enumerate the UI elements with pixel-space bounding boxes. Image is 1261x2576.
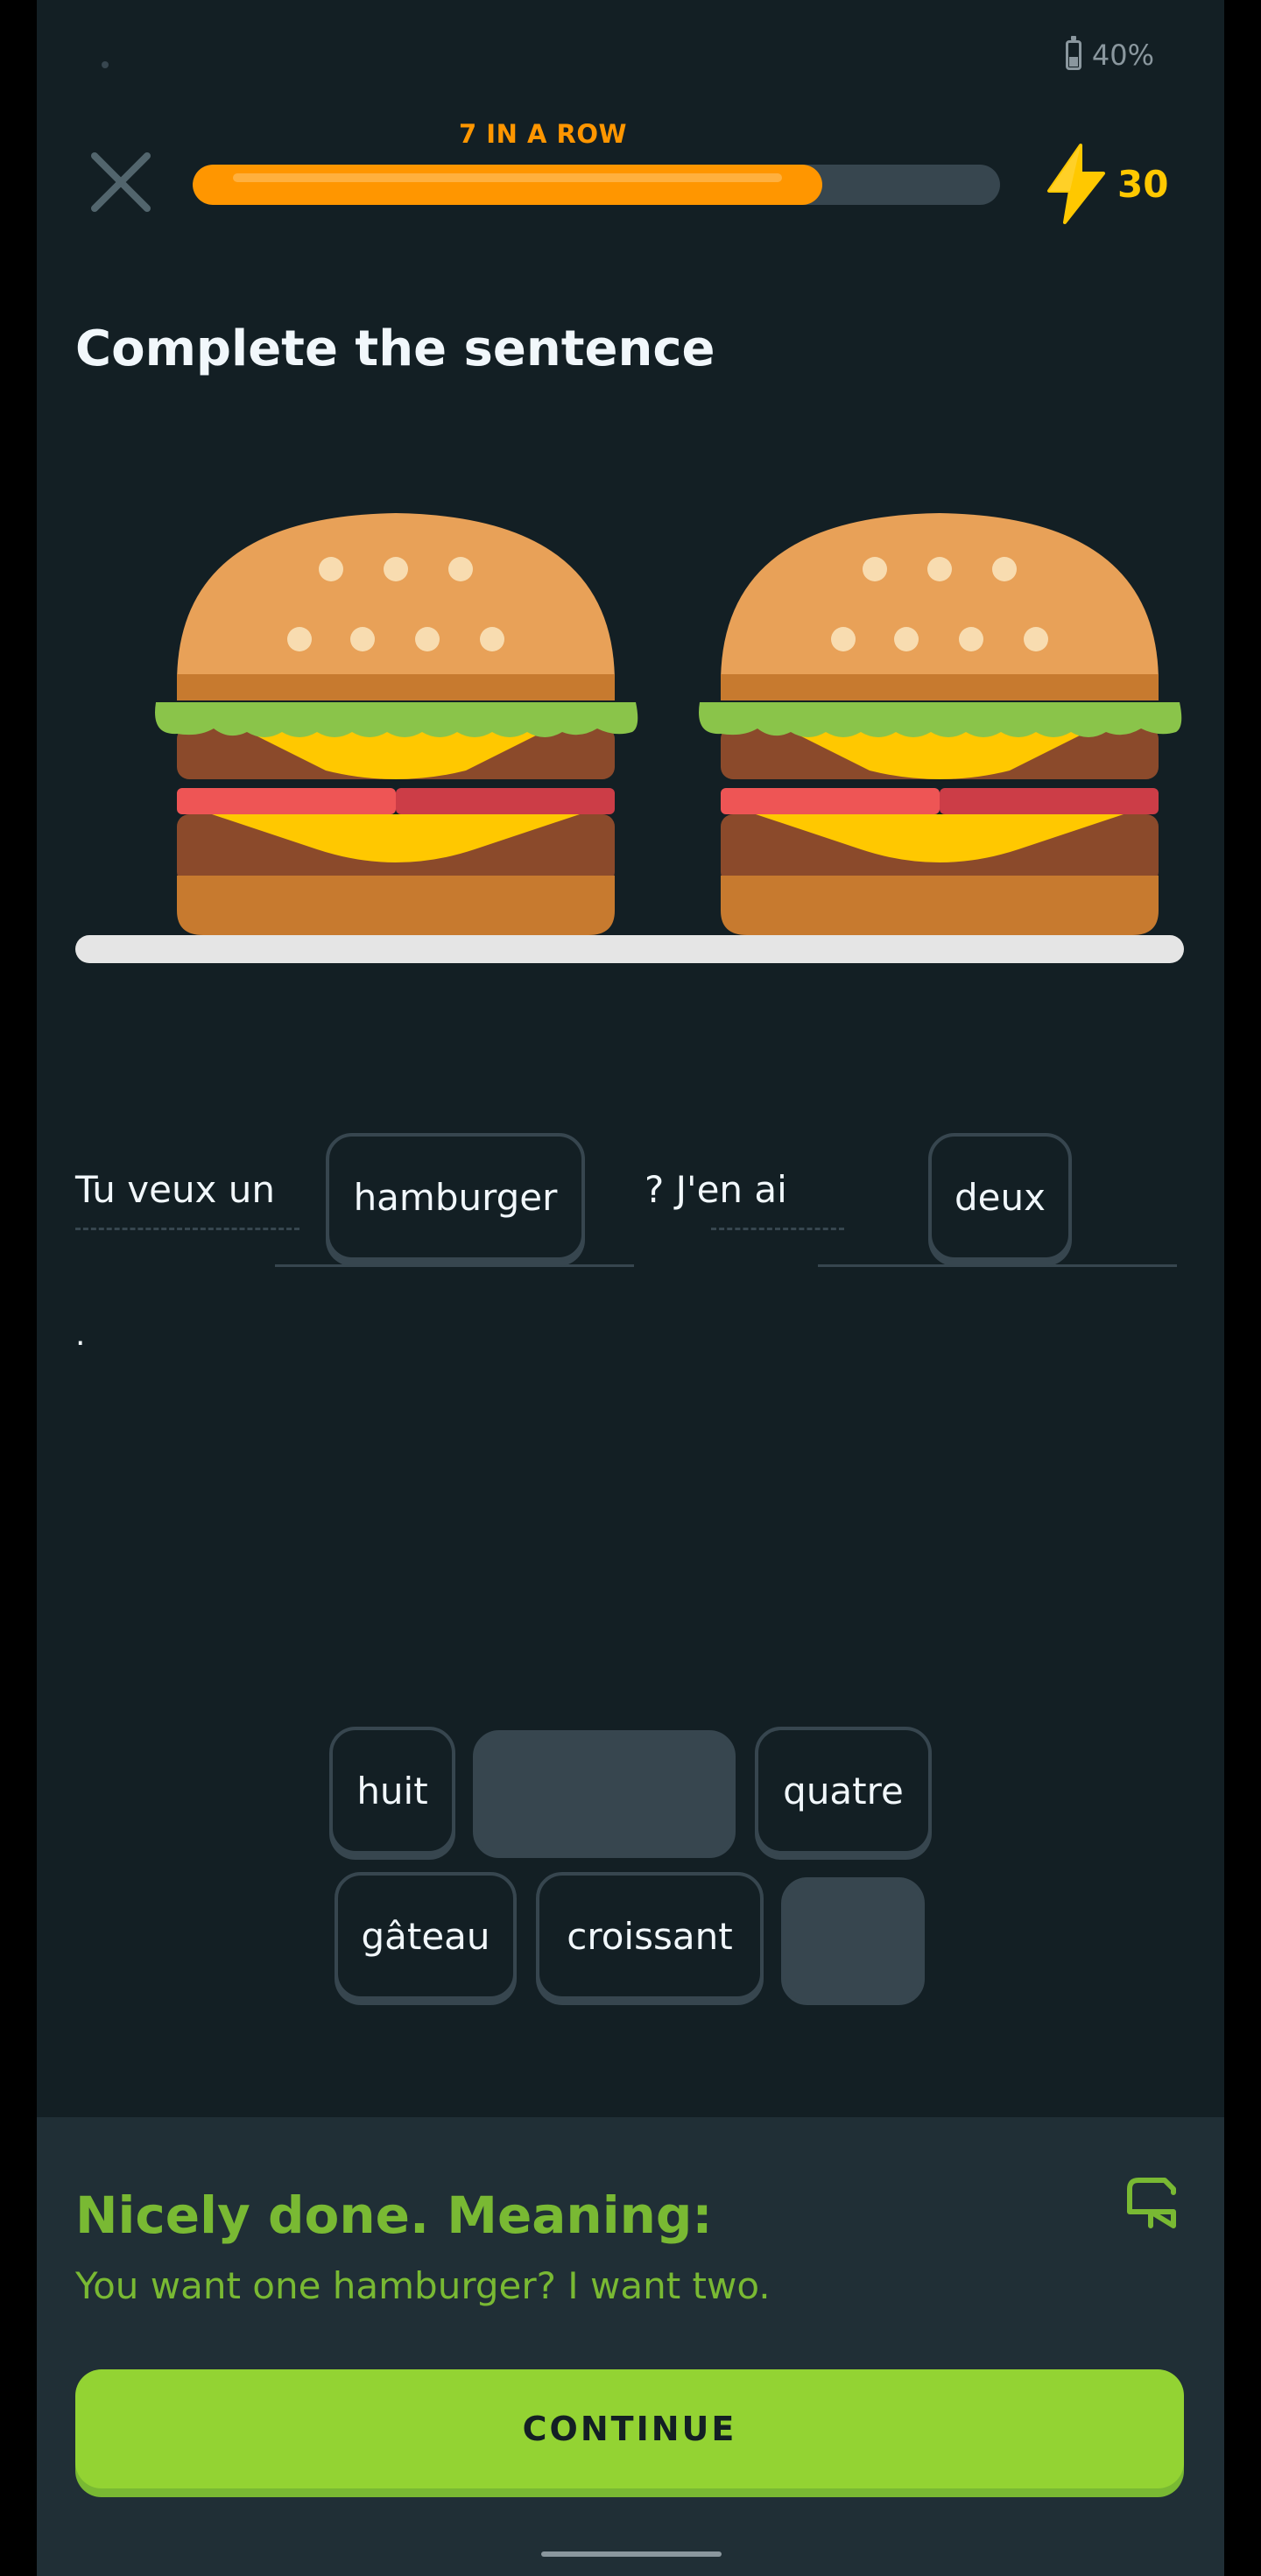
hamburger-illustration (75, 513, 1184, 963)
sentence: Tu veux un hamburger ? J'en ai deux . (37, 1121, 1224, 1353)
battery-status: 40% (1065, 36, 1154, 72)
blank-line-2 (818, 1264, 1177, 1267)
status-dot (102, 61, 109, 68)
answer-tile-hamburger[interactable]: hamburger (326, 1133, 585, 1261)
hamburger-left (155, 513, 638, 935)
hint-underline (75, 1228, 299, 1230)
home-indicator[interactable] (541, 2551, 722, 2557)
hint-underline (711, 1228, 844, 1230)
report-button[interactable] (1124, 2171, 1186, 2233)
energy-counter: 30 (1042, 144, 1168, 224)
feedback-title: Nicely done. Meaning: (75, 2185, 713, 2245)
word-bank-tile[interactable]: gâteau (335, 1872, 517, 2000)
energy-count: 30 (1117, 162, 1169, 206)
sentence-end: . (75, 1317, 86, 1353)
app-screen: 40% 7 IN A ROW 30 Complete the sentence (37, 0, 1224, 2576)
battery-level: 40% (1091, 39, 1154, 72)
word-bank-tile[interactable]: huit (329, 1727, 455, 1855)
sentence-part-1[interactable]: Tu veux un (75, 1168, 275, 1211)
battery-icon (1065, 36, 1081, 70)
word-bank-tile[interactable]: croissant (536, 1872, 764, 2000)
hamburger-right (699, 513, 1182, 935)
feedback-panel: Nicely done. Meaning: You want one hambu… (37, 2117, 1224, 2576)
word-bank-tile[interactable]: quatre (755, 1727, 932, 1855)
answer-tile-deux[interactable]: deux (928, 1133, 1072, 1261)
close-button[interactable] (86, 147, 156, 217)
word-bank-empty-slot (781, 1877, 925, 2005)
progress-fill (193, 165, 823, 205)
lightning-icon (1047, 144, 1105, 224)
flag-icon (1127, 2178, 1176, 2228)
close-icon (91, 152, 151, 212)
streak-label: 7 IN A ROW (459, 119, 627, 149)
plate (75, 935, 1184, 963)
page-title: Complete the sentence (75, 320, 715, 377)
sentence-part-2[interactable]: ? J'en ai (645, 1168, 787, 1211)
progress-shine (233, 173, 783, 182)
word-bank-empty-slot (473, 1730, 736, 1858)
blank-line-1 (275, 1264, 634, 1267)
continue-button[interactable]: CONTINUE (75, 2369, 1184, 2488)
feedback-meaning: You want one hamburger? I want two. (75, 2264, 771, 2307)
lesson-progress-bar (193, 165, 1000, 205)
